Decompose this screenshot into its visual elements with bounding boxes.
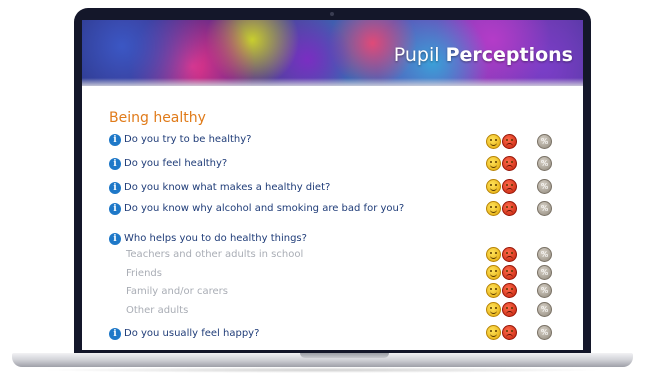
section-title: Being healthy [109, 110, 206, 126]
laptop-screen: Pupil Perceptions Being healthy i Do you… [82, 20, 583, 350]
response-options: % [486, 179, 556, 195]
smiley-happy-icon[interactable] [486, 283, 501, 298]
laptop-base [12, 353, 633, 367]
smiley-happy-icon[interactable] [486, 247, 501, 262]
smiley-sad-icon[interactable] [502, 302, 517, 317]
not-applicable-icon[interactable]: % [537, 201, 552, 216]
smiley-happy-icon[interactable] [486, 325, 501, 340]
app-title: Pupil Perceptions [394, 44, 573, 66]
not-applicable-icon[interactable]: % [537, 156, 552, 171]
smiley-sad-icon[interactable] [502, 156, 517, 171]
camera-dot [330, 12, 334, 16]
smiley-sad-icon[interactable] [502, 134, 517, 149]
not-applicable-icon[interactable]: % [537, 302, 552, 317]
laptop-bezel: Pupil Perceptions Being healthy i Do you… [74, 8, 591, 358]
smiley-happy-icon[interactable] [486, 179, 501, 194]
smiley-happy-icon[interactable] [486, 201, 501, 216]
question-label: Do you know what makes a healthy diet? [124, 182, 331, 193]
smiley-sad-icon[interactable] [502, 325, 517, 340]
smiley-sad-icon[interactable] [502, 201, 517, 216]
question-label: Do you usually feel happy? [124, 328, 260, 339]
info-icon[interactable]: i [109, 158, 121, 170]
laptop-shadow [40, 367, 605, 373]
laptop-notch [300, 353, 389, 358]
question-label: Do you feel healthy? [124, 158, 228, 169]
smiley-sad-icon[interactable] [502, 179, 517, 194]
info-icon[interactable]: i [109, 134, 121, 146]
smiley-sad-icon[interactable] [502, 265, 517, 280]
response-options: % [486, 134, 556, 150]
info-icon[interactable]: i [109, 328, 121, 340]
smiley-sad-icon[interactable] [502, 247, 517, 262]
not-applicable-icon[interactable]: % [537, 325, 552, 340]
question-label: Do you know why alcohol and smoking are … [124, 203, 405, 214]
response-options: % [486, 247, 556, 263]
not-applicable-icon[interactable]: % [537, 283, 552, 298]
info-icon[interactable]: i [109, 182, 121, 194]
header-banner: Pupil Perceptions [82, 20, 583, 86]
not-applicable-icon[interactable]: % [537, 134, 552, 149]
sub-item-label: Other adults [126, 305, 189, 316]
response-options: % [486, 156, 556, 172]
sub-item-label: Teachers and other adults in school [126, 249, 304, 260]
not-applicable-icon[interactable]: % [537, 265, 552, 280]
response-options: % [486, 201, 556, 217]
not-applicable-icon[interactable]: % [537, 179, 552, 194]
smiley-happy-icon[interactable] [486, 134, 501, 149]
app-title-light: Pupil [393, 44, 446, 66]
sub-item-label: Family and/or carers [126, 286, 228, 297]
sub-item-label: Friends [126, 268, 162, 279]
response-options: % [486, 302, 556, 318]
response-options: % [486, 265, 556, 281]
smiley-sad-icon[interactable] [502, 283, 517, 298]
info-icon[interactable]: i [109, 233, 121, 245]
smiley-happy-icon[interactable] [486, 265, 501, 280]
question-label: Do you try to be healthy? [124, 134, 252, 145]
response-options: % [486, 283, 556, 299]
smiley-happy-icon[interactable] [486, 156, 501, 171]
question-label: Who helps you to do healthy things? [124, 233, 307, 244]
app-title-bold: Perceptions [445, 44, 573, 66]
not-applicable-icon[interactable]: % [537, 247, 552, 262]
info-icon[interactable]: i [109, 203, 121, 215]
response-options: % [486, 325, 556, 341]
smiley-happy-icon[interactable] [486, 302, 501, 317]
